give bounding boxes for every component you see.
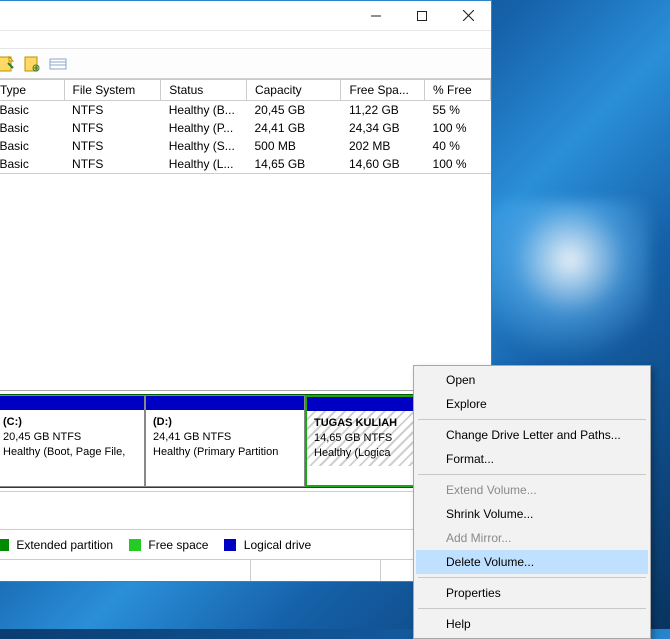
table-blank-area: >: [0, 174, 491, 390]
swatch-free: [129, 539, 141, 551]
legend-extended: Extended partition: [0, 538, 113, 552]
table-row[interactable]: Basic NTFS Healthy (L... 14,65 GB 14,60 …: [0, 155, 491, 173]
ctx-help[interactable]: Help: [416, 612, 648, 636]
ctx-open[interactable]: Open: [416, 368, 648, 392]
col-capacity[interactable]: Capacity: [246, 80, 341, 101]
toolbar-icon-1[interactable]: [0, 55, 15, 73]
table-row[interactable]: Basic NTFS Healthy (P... 24,41 GB 24,34 …: [0, 119, 491, 137]
legend-logical: Logical drive: [224, 538, 311, 552]
volume-d[interactable]: (D:) 24,41 GB NTFS Healthy (Primary Part…: [145, 395, 305, 487]
swatch-logical: [224, 539, 236, 551]
volume-c[interactable]: (C:) 20,45 GB NTFS Healthy (Boot, Page F…: [0, 395, 145, 487]
ctx-separator: [418, 474, 646, 475]
col-free[interactable]: Free Spa...: [341, 80, 425, 101]
volume-header: [0, 396, 144, 410]
maximize-button[interactable]: [399, 1, 445, 30]
col-status[interactable]: Status: [161, 80, 247, 101]
swatch-extended: [0, 539, 9, 551]
table-row[interactable]: Basic NTFS Healthy (S... 500 MB 202 MB 4…: [0, 137, 491, 155]
titlebar: [0, 1, 491, 31]
ctx-change-drive-letter[interactable]: Change Drive Letter and Paths...: [416, 423, 648, 447]
col-type[interactable]: Type: [0, 80, 64, 101]
volume-health: Healthy (Primary Partition: [153, 446, 278, 458]
ctx-extend-volume: Extend Volume...: [416, 478, 648, 502]
col-filesystem[interactable]: File System: [64, 80, 161, 101]
ctx-separator: [418, 608, 646, 609]
menubar[interactable]: [0, 31, 491, 49]
ctx-delete-volume[interactable]: Delete Volume...: [416, 550, 648, 574]
col-pctfree[interactable]: % Free: [425, 80, 491, 101]
ctx-format[interactable]: Format...: [416, 447, 648, 471]
ctx-add-mirror: Add Mirror...: [416, 526, 648, 550]
toolbar-icon-3[interactable]: [49, 55, 67, 73]
status-cell: [0, 560, 251, 581]
volume-capacity: 20,45 GB NTFS: [3, 431, 81, 443]
volume-header: [146, 396, 304, 410]
volume-health: Healthy (Logica: [314, 447, 390, 459]
status-cell: [251, 560, 381, 581]
toolbar-icon-2[interactable]: [23, 55, 41, 73]
ctx-separator: [418, 577, 646, 578]
ctx-separator: [418, 419, 646, 420]
volume-capacity: 24,41 GB NTFS: [153, 431, 231, 443]
minimize-button[interactable]: [353, 1, 399, 30]
close-button[interactable]: [445, 1, 491, 30]
legend-free: Free space: [129, 538, 208, 552]
volume-title: (C:): [3, 416, 22, 428]
volume-table[interactable]: Type File System Status Capacity Free Sp…: [0, 79, 491, 174]
table-row[interactable]: Basic NTFS Healthy (B... 20,45 GB 11,22 …: [0, 101, 491, 120]
ctx-properties[interactable]: Properties: [416, 581, 648, 605]
volume-title: TUGAS KULIAH: [314, 417, 397, 429]
volume-health: Healthy (Boot, Page File,: [3, 446, 125, 458]
toolbar: [0, 49, 491, 79]
volume-title: (D:): [153, 416, 172, 428]
volume-capacity: 14,65 GB NTFS: [314, 432, 392, 444]
volume-context-menu: Open Explore Change Drive Letter and Pat…: [413, 365, 651, 639]
ctx-explore[interactable]: Explore: [416, 392, 648, 416]
ctx-shrink-volume[interactable]: Shrink Volume...: [416, 502, 648, 526]
